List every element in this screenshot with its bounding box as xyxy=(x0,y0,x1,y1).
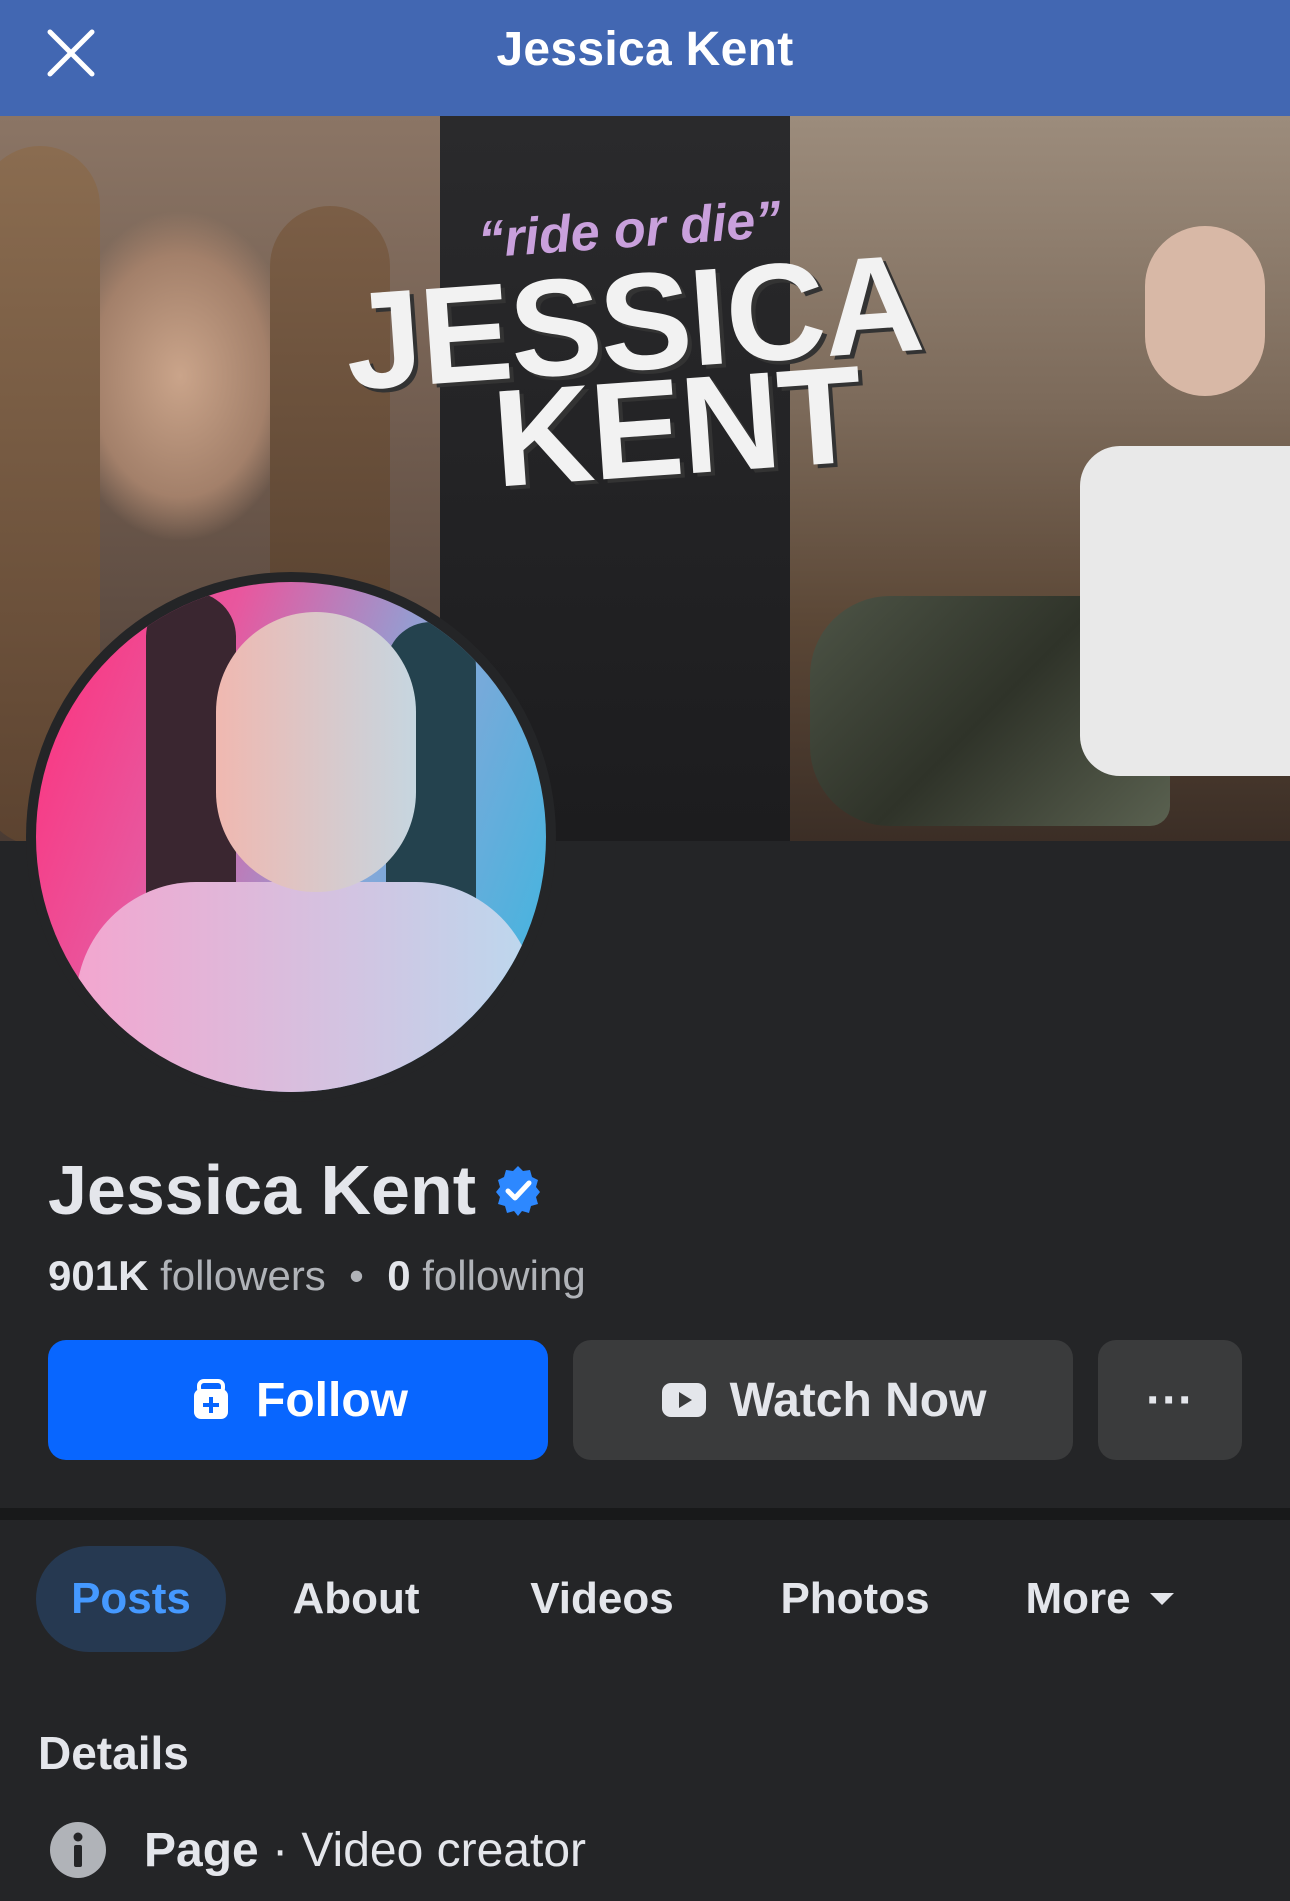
top-bar: Jessica Kent xyxy=(0,0,1290,116)
follow-button[interactable]: Follow xyxy=(48,1340,548,1460)
profile-name: Jessica Kent xyxy=(48,1151,477,1229)
watch-now-button[interactable]: Watch Now xyxy=(573,1340,1073,1460)
tab-more[interactable]: More xyxy=(996,1546,1206,1652)
verified-badge-icon xyxy=(496,1166,541,1216)
cover-brand-line2: KENT xyxy=(488,337,866,517)
section-divider xyxy=(0,1508,1290,1520)
tab-videos[interactable]: Videos xyxy=(502,1546,702,1652)
stats-separator: • xyxy=(349,1252,364,1299)
more-dots-icon: ··· xyxy=(1146,1373,1194,1427)
follow-button-label: Follow xyxy=(256,1373,408,1427)
detail-separator: · xyxy=(258,1823,302,1877)
followers-label[interactable]: followers xyxy=(160,1252,326,1299)
caret-down-icon xyxy=(1149,1593,1174,1605)
follow-stats: 901K followers • 0 following xyxy=(48,1252,586,1300)
detail-row-page-category: Page · Video creator xyxy=(48,1820,586,1880)
top-bar-title: Jessica Kent xyxy=(496,23,794,76)
follow-add-icon xyxy=(194,1379,229,1419)
info-icon xyxy=(50,1822,106,1878)
avatar[interactable] xyxy=(36,582,546,1092)
followers-count[interactable]: 901K xyxy=(48,1252,148,1299)
play-video-icon xyxy=(661,1383,706,1417)
tab-posts[interactable]: Posts xyxy=(36,1546,226,1652)
details-heading: Details xyxy=(38,1727,189,1779)
watch-now-label: Watch Now xyxy=(729,1373,987,1427)
profile-name-row: Jessica Kent xyxy=(48,1150,544,1230)
detail-category: Video creator xyxy=(301,1823,587,1877)
more-options-button[interactable]: ··· xyxy=(1098,1340,1242,1460)
tab-photos[interactable]: Photos xyxy=(748,1546,962,1652)
detail-page-type: Page xyxy=(144,1823,259,1877)
following-label[interactable]: following xyxy=(422,1252,585,1299)
tab-about[interactable]: About xyxy=(268,1546,444,1652)
following-count[interactable]: 0 xyxy=(387,1252,410,1299)
profile-tabs: Posts About Videos Photos More xyxy=(36,1546,1290,1652)
